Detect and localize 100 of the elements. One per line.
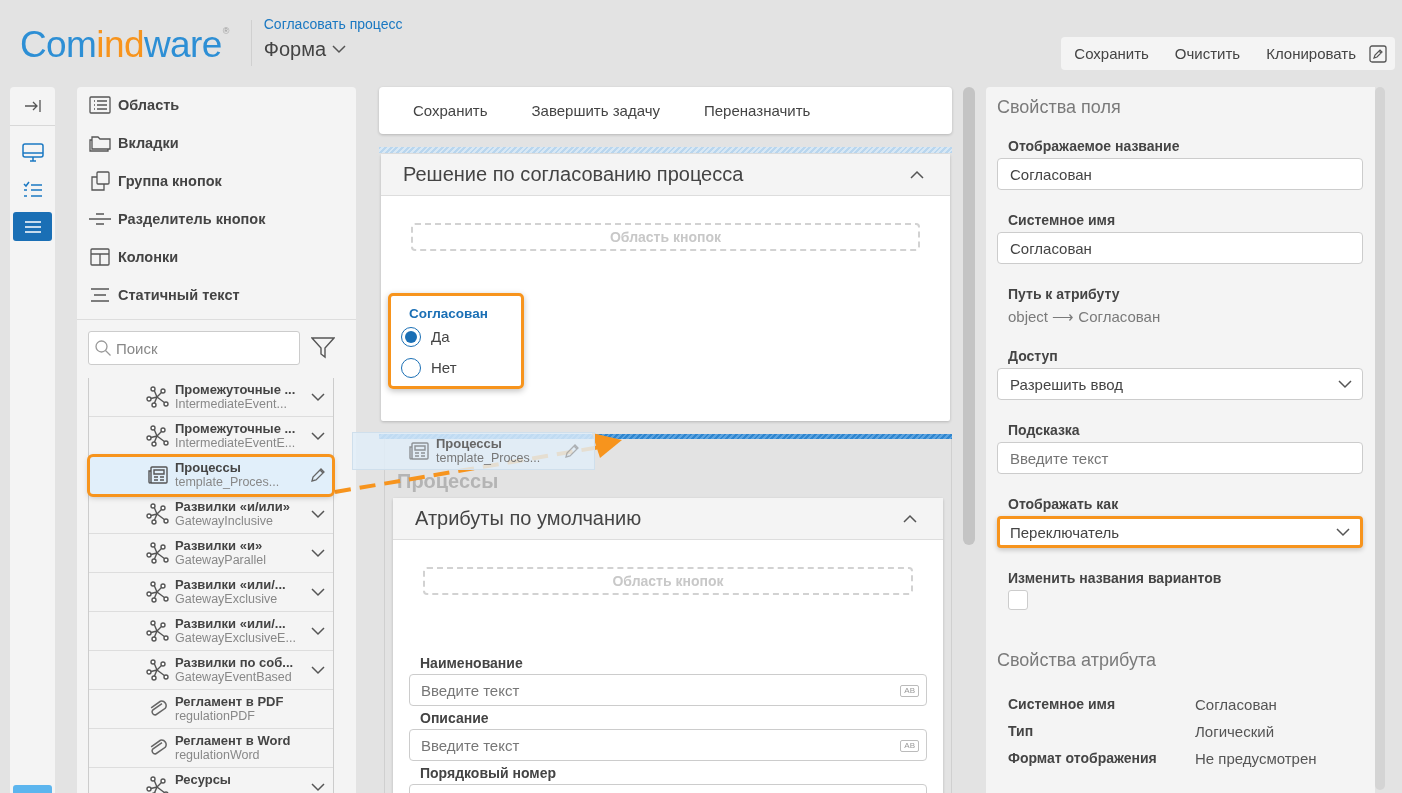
text-field[interactable]: Введите текст xyxy=(997,442,1363,474)
field-label: Системное имя xyxy=(1008,212,1117,228)
chevron-up-icon[interactable] xyxy=(910,170,924,179)
section-title: Свойства атрибута xyxy=(997,650,1157,671)
breadcrumb-link[interactable]: Согласовать процесс xyxy=(263,16,403,32)
chevron-down-icon[interactable] xyxy=(1338,379,1352,389)
section-header[interactable]: Атрибуты по умолчанию xyxy=(393,498,943,540)
palette-item[interactable]: Колонки xyxy=(77,238,356,276)
palette-item[interactable]: Статичный текст xyxy=(77,276,356,314)
columns-icon xyxy=(90,248,110,266)
drag-preview: Процессы template_Proces... xyxy=(352,432,595,470)
graph-icon xyxy=(145,659,170,681)
text-field[interactable]: Согласован xyxy=(997,232,1363,264)
form-title-dropdown[interactable]: Форма xyxy=(263,38,403,61)
attribute-item[interactable]: Развилки «или/... GatewayExclusiveE... xyxy=(89,612,333,651)
chevron-down-icon[interactable] xyxy=(311,665,325,675)
chevron-down-icon[interactable] xyxy=(311,626,325,636)
graph-icon xyxy=(145,503,170,525)
rail-tab[interactable] xyxy=(13,212,52,241)
toolbar-button[interactable]: Сохранить xyxy=(397,90,504,131)
chevron-down-icon[interactable] xyxy=(311,782,325,792)
text-type-icon: AB xyxy=(900,740,919,752)
property-name: Формат отображения xyxy=(1008,749,1158,768)
copy-icon xyxy=(90,171,110,191)
attribute-item[interactable]: Развилки по соб... GatewayEventBased xyxy=(89,651,333,690)
graph-icon xyxy=(145,425,170,447)
attribute-item[interactable]: Процессы template_Proces... xyxy=(89,456,333,495)
pencil-icon[interactable] xyxy=(310,467,326,483)
search-field[interactable]: Поиск xyxy=(88,331,300,365)
palette-item[interactable]: Вкладки xyxy=(77,124,356,162)
field-label: Путь к атрибуту xyxy=(1008,286,1121,302)
list-box-icon xyxy=(89,96,111,114)
toolbar-button[interactable]: Очистить xyxy=(1161,37,1254,70)
graph-icon xyxy=(145,620,170,642)
divider-icon xyxy=(88,212,112,226)
search-icon xyxy=(94,339,112,357)
attribute-item[interactable]: Ресурсы xyxy=(89,768,333,793)
chevron-down-icon[interactable] xyxy=(311,548,325,558)
checkbox[interactable] xyxy=(1008,590,1028,610)
edit-icon[interactable] xyxy=(1369,44,1387,63)
dropdown[interactable]: Переключатель xyxy=(997,516,1363,548)
folder-icon xyxy=(88,133,112,153)
option-label: Да xyxy=(431,328,450,345)
text-type-icon: AB xyxy=(900,685,919,697)
graph-icon xyxy=(145,542,170,564)
chevron-down-icon[interactable] xyxy=(311,392,325,402)
field-label: Подсказка xyxy=(1008,422,1081,438)
field-label: Порядковый номер xyxy=(420,765,557,781)
chevron-down-icon[interactable] xyxy=(311,587,325,597)
toolbar-button[interactable]: Переназначить xyxy=(688,90,827,131)
property-value: Согласован xyxy=(1195,695,1278,715)
dropdown[interactable]: Разрешить ввод xyxy=(997,368,1363,400)
property-value: Не предусмотрен xyxy=(1195,749,1318,769)
field-label: Отображаемое название xyxy=(1008,138,1181,154)
property-name: Тип xyxy=(1008,722,1035,741)
field-label: Согласован xyxy=(409,306,489,321)
graph-icon xyxy=(145,386,170,408)
panel-title: Свойства поля xyxy=(997,97,1122,118)
attribute-item[interactable]: Регламент в PDF regulationPDF xyxy=(89,690,333,729)
field-label: Описание xyxy=(420,710,490,726)
collapse-icon[interactable] xyxy=(23,99,42,113)
toolbar-button[interactable]: Завершить задачу xyxy=(515,90,676,131)
field-label: Доступ xyxy=(1008,348,1059,364)
attribute-item[interactable]: Развилки «и» GatewayParallel xyxy=(89,534,333,573)
radio-button[interactable] xyxy=(401,357,421,378)
chevron-up-icon[interactable] xyxy=(903,514,917,523)
radio-button[interactable] xyxy=(401,326,421,347)
filter-icon[interactable] xyxy=(311,337,335,359)
scrollbar-thumb[interactable] xyxy=(1375,87,1385,790)
section-header[interactable]: Решение по согласованию процесса xyxy=(381,154,950,196)
graph-icon xyxy=(145,581,170,603)
attribute-item[interactable]: Регламент в Word regulationWord xyxy=(89,729,333,768)
field-label: Изменить названия вариантов xyxy=(1008,570,1223,586)
text-field[interactable]: Согласован xyxy=(997,158,1363,190)
palette-item[interactable]: Разделитель кнопок xyxy=(77,200,356,238)
attribute-path: object ⟶ Согласован xyxy=(1008,308,1162,326)
chevron-down-icon[interactable] xyxy=(311,509,325,519)
palette-item[interactable]: Область xyxy=(77,87,356,124)
palette-item[interactable]: Группа кнопок xyxy=(77,162,356,200)
text-lines-icon xyxy=(90,287,110,303)
checklist-icon[interactable] xyxy=(22,180,43,199)
field-label: Наименование xyxy=(420,655,524,671)
chevron-down-icon[interactable] xyxy=(1336,527,1350,537)
chevron-down-icon[interactable] xyxy=(332,45,347,54)
scrollbar-thumb[interactable] xyxy=(963,87,975,545)
menu-icon[interactable] xyxy=(23,219,42,234)
field-label: Отображать как xyxy=(1008,496,1120,512)
newspaper-icon xyxy=(146,465,169,485)
toolbar-button[interactable]: Сохранить xyxy=(1061,37,1162,70)
attribute-item[interactable]: Развилки «или/... GatewayExclusive xyxy=(89,573,333,612)
monitor-icon[interactable] xyxy=(21,142,44,163)
toolbar-button[interactable]: Клонировать xyxy=(1253,37,1369,70)
property-name: Системное имя xyxy=(1008,695,1117,714)
logo: Comindware$^{®}$ xyxy=(20,25,229,65)
option-label: Нет xyxy=(431,359,457,376)
newspaper-icon xyxy=(408,441,430,461)
attribute-item[interactable]: Развилки «и/или» GatewayInclusive xyxy=(89,495,333,534)
attribute-item[interactable]: Промежуточные ... IntermediateEvent... xyxy=(89,378,333,417)
property-value: Логический xyxy=(1195,722,1275,742)
chevron-down-icon[interactable] xyxy=(311,431,325,441)
